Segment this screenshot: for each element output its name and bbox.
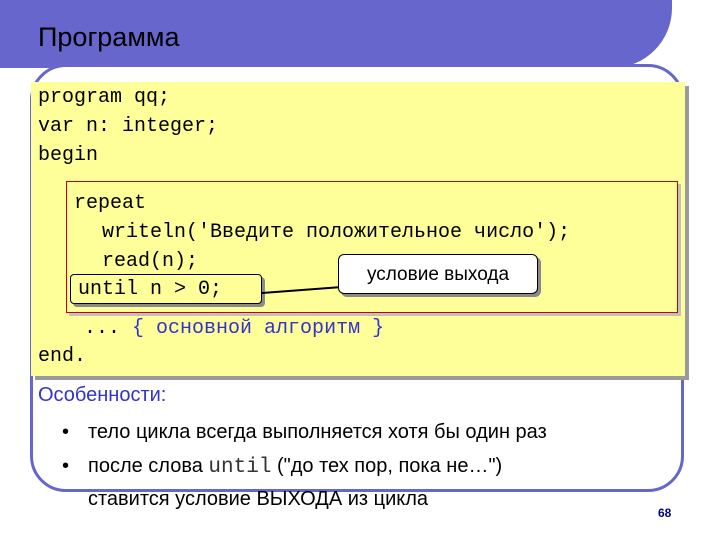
feature-item-2-continued: ставится условие ВЫХОДА из цикла: [88, 488, 429, 510]
code-comment: { основной алгоритм }: [132, 317, 385, 340]
code-line-until: until n > 0;: [78, 278, 223, 301]
code-line-begin: begin: [38, 144, 99, 167]
code-line-repeat: repeat: [74, 192, 147, 215]
exit-condition-callout: условие выхода: [338, 254, 538, 294]
bullet-icon: •: [62, 455, 70, 477]
code-line-ellipsis: ... { основной алгоритм }: [84, 317, 384, 340]
code-line-read: read(n);: [102, 250, 199, 273]
code-line-program: program qq;: [38, 86, 171, 109]
code-line-end: end.: [38, 345, 87, 368]
ellipsis-text: ...: [84, 317, 121, 340]
slide-title: Программа: [38, 22, 180, 52]
until-keyword: until: [208, 456, 272, 479]
feature-item-1: • тело цикла всегда выполняется хотя бы о…: [62, 421, 547, 444]
feature-item-1-text: тело цикла всегда выполняется хотя бы од…: [88, 421, 547, 443]
code-line-var: var n: integer;: [38, 115, 219, 138]
bullet-icon: •: [62, 421, 70, 443]
code-line-writeln: writeln('Введите положительное число');: [102, 221, 571, 244]
feature-item-2-text-start: после слова: [88, 455, 209, 477]
feature-item-2-text-end: ("до тех пор, пока не…"): [271, 455, 503, 477]
feature-item-2: • после слова until ("до тех пор, пока не…: [62, 455, 502, 479]
features-heading: Особенности:: [38, 384, 167, 406]
page-number: 68: [658, 506, 672, 520]
